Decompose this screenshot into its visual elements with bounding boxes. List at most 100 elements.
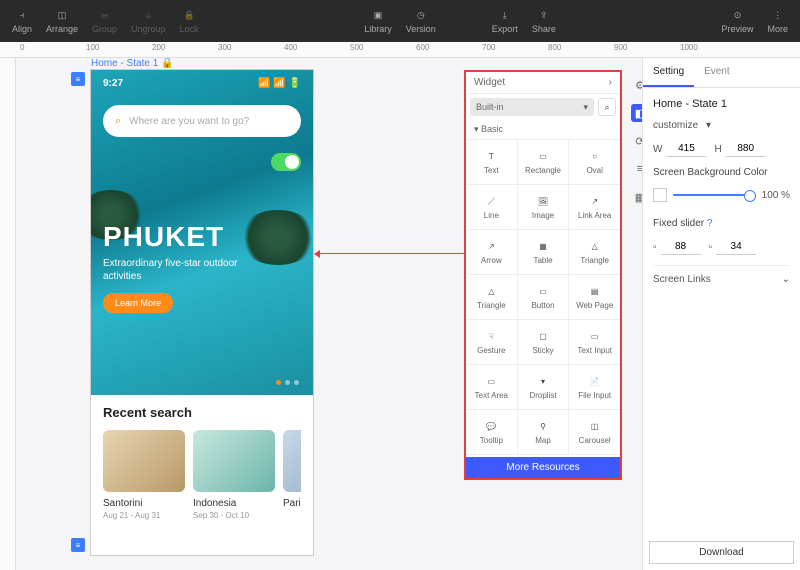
widget-oval[interactable]: ○Oval (569, 140, 620, 184)
library-icon: ▣ (371, 8, 385, 22)
library-button[interactable]: ▣Library (364, 8, 392, 34)
customize-dropdown[interactable]: customize ▾ (653, 120, 790, 131)
status-bar: 9:27 📶 📶 🔋 (103, 78, 301, 89)
widget-file-input[interactable]: 📄File Input (569, 365, 620, 409)
widget-search-button[interactable]: ⌕ (598, 98, 616, 116)
arrange-icon: ◫ (55, 8, 69, 22)
download-button[interactable]: Download (649, 541, 794, 564)
preview-button[interactable]: ⊙Preview (721, 8, 753, 34)
widget-category[interactable]: ▾ Basic (466, 120, 620, 140)
widget-icon: ▾ (534, 374, 552, 388)
recent-card[interactable]: Paris (283, 430, 301, 520)
widget-sticky[interactable]: ▢Sticky (518, 320, 570, 364)
status-icons: 📶 📶 🔋 (258, 78, 301, 89)
side-icon-library[interactable]: ▦ (631, 188, 642, 206)
height-field[interactable]: H (714, 141, 765, 157)
share-button[interactable]: ⇪Share (532, 8, 556, 34)
widget-icon: △ (482, 284, 500, 298)
side-icon-refresh[interactable]: ⟳ (631, 132, 642, 150)
chevron-down-icon: ⌄ (782, 274, 790, 285)
side-icon-strip: ⚙ ◧ ⟳ ≡ ▦ (628, 76, 642, 206)
fixed-slider-label: Fixed slider (653, 218, 704, 229)
tab-setting[interactable]: Setting (643, 58, 694, 87)
carousel-dots[interactable] (276, 380, 299, 385)
widget-link-area[interactable]: ↗Link Area (569, 185, 620, 229)
widget-web-page[interactable]: ▤Web Page (569, 275, 620, 319)
tab-event[interactable]: Event (694, 58, 740, 87)
arrange-button[interactable]: ◫Arrange (46, 8, 78, 34)
widget-tooltip[interactable]: 💬Tooltip (466, 410, 518, 454)
marker-bottom[interactable]: ≡ (71, 538, 85, 552)
widget-rectangle[interactable]: ▭Rectangle (518, 140, 570, 184)
recent-card[interactable]: IndonesiaSep 30 - Oct 10 (193, 430, 275, 520)
widget-filter-select[interactable]: Built-in ▾ (470, 98, 594, 116)
version-icon: ◷ (414, 8, 428, 22)
widget-icon: ▭ (534, 149, 552, 163)
widget-icon: △ (586, 239, 604, 253)
side-icon-layers[interactable]: ≡ (631, 160, 642, 178)
align-button[interactable]: ⫞Align (12, 8, 32, 34)
widget-button[interactable]: ▭Button (518, 275, 570, 319)
lock-icon: 🔒 (182, 8, 196, 22)
widget-triangle[interactable]: △Triangle (569, 230, 620, 274)
card-name: Paris (283, 498, 301, 509)
widget-map[interactable]: ⚲Map (518, 410, 570, 454)
widget-icon: ↗ (586, 194, 604, 208)
widget-gesture[interactable]: ☟Gesture (466, 320, 518, 364)
hero-subtitle: Extraordinary five-star outdoor activiti… (103, 257, 253, 283)
widget-icon: 🖼 (534, 194, 552, 208)
widget-icon: ▭ (586, 329, 604, 343)
hero-section: 9:27 📶 📶 🔋 ⌕ Where are you want to go? P… (91, 70, 313, 395)
widget-icon: ⚲ (534, 419, 552, 433)
version-button[interactable]: ◷Version (406, 8, 436, 34)
help-icon[interactable]: ? (707, 218, 713, 229)
lock-button[interactable]: 🔒Lock (180, 8, 199, 34)
widget-image[interactable]: 🖼Image (518, 185, 570, 229)
side-icon-gear[interactable]: ⚙ (631, 76, 642, 94)
widget-line[interactable]: ／Line (466, 185, 518, 229)
recent-card[interactable]: SantoriniAug 21 - Aug 31 (103, 430, 185, 520)
toggle-switch[interactable] (271, 153, 301, 171)
hero-title: PHUKET (103, 221, 301, 253)
bg-color-swatch[interactable] (653, 188, 667, 202)
more-button[interactable]: ⋮More (768, 8, 789, 34)
slider-v1-field[interactable]: ▫ (653, 239, 701, 255)
artboard-label[interactable]: Home - State 1 🔒 (91, 58, 174, 69)
widget-icon: ☟ (482, 329, 500, 343)
artboard-home[interactable]: 9:27 📶 📶 🔋 ⌕ Where are you want to go? P… (91, 70, 313, 555)
widget-carousel[interactable]: ◫Carousel (569, 410, 620, 454)
widget-text-area[interactable]: ▭Text Area (466, 365, 518, 409)
canvas[interactable]: Home - State 1 🔒 ≡ ≡ 9:27 📶 📶 🔋 ⌕ Where … (16, 58, 642, 570)
widget-text-input[interactable]: ▭Text Input (569, 320, 620, 364)
widget-table[interactable]: ▦Table (518, 230, 570, 274)
panel-title: Home - State 1 (653, 98, 790, 110)
screen-links-accordion[interactable]: Screen Links ⌄ (653, 265, 790, 293)
ungroup-button[interactable]: ⫝Ungroup (131, 8, 166, 34)
chevron-down-icon: ▾ (583, 102, 588, 113)
group-button[interactable]: ⫘Group (92, 8, 117, 34)
ruler-vertical (0, 58, 16, 570)
widget-triangle[interactable]: △Triangle (466, 275, 518, 319)
recent-section: Recent search SantoriniAug 21 - Aug 31In… (91, 395, 313, 530)
marker-top[interactable]: ≡ (71, 72, 85, 86)
opacity-slider[interactable] (673, 194, 756, 196)
widget-text[interactable]: TText (466, 140, 518, 184)
widget-icon: 📄 (586, 374, 604, 388)
align-icon: ⫞ (15, 8, 29, 22)
export-button[interactable]: ⤓Export (492, 8, 518, 34)
widget-droplist[interactable]: ▾Droplist (518, 365, 570, 409)
search-icon: ⌕ (604, 102, 609, 113)
status-time: 9:27 (103, 78, 123, 89)
more-resources-button[interactable]: More Resources (466, 457, 620, 478)
side-icon-cube[interactable]: ◧ (631, 104, 642, 122)
widget-arrow[interactable]: ↗Arrow (466, 230, 518, 274)
bg-color-label: Screen Background Color (653, 167, 790, 178)
widget-icon: T (482, 149, 500, 163)
widget-icon: ○ (586, 149, 604, 163)
width-field[interactable]: W (653, 141, 706, 157)
chevron-down-icon: ▾ (706, 120, 711, 131)
search-input[interactable]: ⌕ Where are you want to go? (103, 105, 301, 137)
widget-panel-header[interactable]: Widget › (466, 72, 620, 94)
slider-v2-field[interactable]: ▫ (709, 239, 757, 255)
learn-more-button[interactable]: Learn More (103, 293, 173, 313)
